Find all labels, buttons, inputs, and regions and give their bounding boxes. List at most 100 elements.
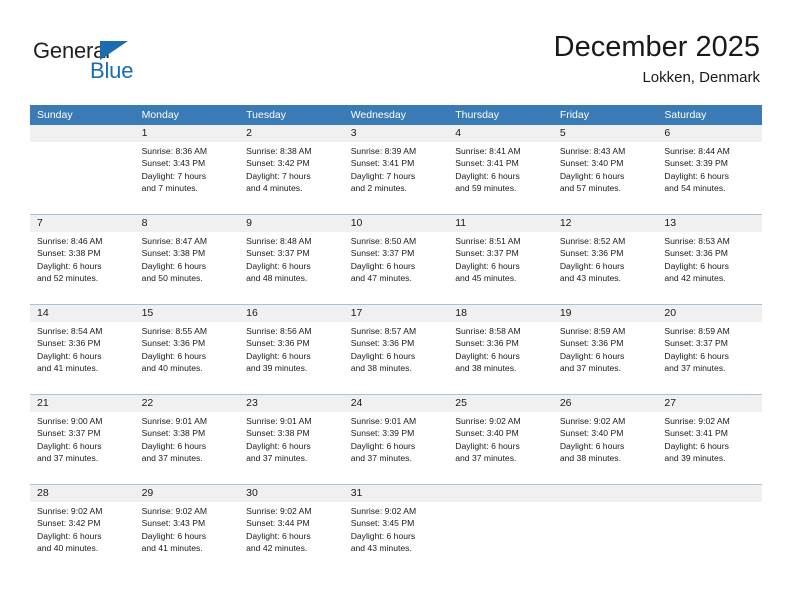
day-number: 12 <box>552 215 658 232</box>
day-details <box>30 142 135 145</box>
calendar-day-cell[interactable]: 27 Sunrise: 9:02 AM Sunset: 3:41 PM Dayligh… <box>657 395 762 484</box>
daylight-text: Daylight: 6 hours <box>246 260 311 271</box>
day-details: Sunrise: 8:55 AM Sunset: 3:36 PM Daylight:… <box>135 322 240 375</box>
day-details <box>448 502 553 505</box>
calendar-day-cell[interactable]: 14 Sunrise: 8:54 AM Sunset: 3:36 PM Dayligh… <box>30 305 135 394</box>
calendar-day-cell[interactable]: 9 Sunrise: 8:48 AM Sunset: 3:37 PM Daylight… <box>239 215 344 304</box>
sunrise-text: Sunrise: 8:56 AM <box>246 326 312 336</box>
calendar-day-cell[interactable]: 25 Sunrise: 9:02 AM Sunset: 3:40 PM Dayligh… <box>448 395 553 484</box>
calendar-day-cell[interactable]: 11 Sunrise: 8:51 AM Sunset: 3:37 PM Dayligh… <box>448 215 553 304</box>
sunrise-text: Sunrise: 8:53 AM <box>664 236 730 246</box>
day-details: Sunrise: 8:39 AM Sunset: 3:41 PM Daylight:… <box>344 142 449 195</box>
day-number: 15 <box>134 305 240 322</box>
sunset-text: Sunset: 3:41 PM <box>455 158 519 169</box>
calendar-day-cell[interactable]: 8 Sunrise: 8:47 AM Sunset: 3:38 PM Daylight… <box>134 215 240 304</box>
calendar-day-cell[interactable]: 17 Sunrise: 8:57 AM Sunset: 3:36 PM Dayligh… <box>343 305 449 394</box>
sunset-text: Sunset: 3:36 PM <box>455 338 519 349</box>
sunrise-text: Sunrise: 8:44 AM <box>664 146 730 156</box>
daylight-text: and 37 minutes. <box>246 453 308 464</box>
day-details: Sunrise: 8:53 AM Sunset: 3:36 PM Daylight:… <box>657 232 762 285</box>
daylight-text: and 39 minutes. <box>664 453 726 464</box>
day-number <box>657 485 762 502</box>
daylight-text: and 37 minutes. <box>559 363 621 374</box>
calendar-day-cell[interactable]: 23 Sunrise: 9:01 AM Sunset: 3:38 PM Dayligh… <box>239 395 344 484</box>
calendar-day-cell[interactable]: 20 Sunrise: 8:59 AM Sunset: 3:37 PM Dayligh… <box>657 305 762 394</box>
daylight-text: Daylight: 7 hours <box>350 170 416 181</box>
calendar-day-cell[interactable]: 4 Sunrise: 8:41 AM Sunset: 3:41 PM Daylight… <box>448 125 553 214</box>
general-blue-logo: General Blue <box>33 38 193 90</box>
day-number: 28 <box>30 485 135 502</box>
day-of-week-header: Sunday Monday Tuesday Wednesday Thursday Frid… <box>30 105 762 125</box>
calendar-day-cell[interactable]: 26 Sunrise: 9:02 AM Sunset: 3:40 PM Dayligh… <box>552 395 658 484</box>
sunrise-text: Sunrise: 9:01 AM <box>141 416 208 426</box>
calendar-day-cell[interactable]: 24 Sunrise: 9:01 AM Sunset: 3:39 PM Dayligh… <box>343 395 449 484</box>
daylight-text: Daylight: 6 hours <box>141 350 207 361</box>
calendar-day-cell[interactable]: 15 Sunrise: 8:55 AM Sunset: 3:36 PM Dayligh… <box>134 305 240 394</box>
calendar-day-cell[interactable]: 19 Sunrise: 8:59 AM Sunset: 3:36 PM Dayligh… <box>552 305 658 394</box>
calendar-day-cell[interactable]: 30 Sunrise: 9:02 AM Sunset: 3:44 PM Dayligh… <box>239 485 344 574</box>
daylight-text: and 54 minutes. <box>664 183 726 194</box>
sunrise-text: Sunrise: 8:46 AM <box>37 236 103 246</box>
calendar-day-cell[interactable]: 22 Sunrise: 9:01 AM Sunset: 3:38 PM Dayligh… <box>134 395 240 484</box>
sunset-text: Sunset: 3:37 PM <box>246 248 310 259</box>
daylight-text: Daylight: 7 hours <box>246 170 311 181</box>
sunrise-text: Sunrise: 8:58 AM <box>455 326 521 336</box>
sunrise-text: Sunrise: 8:38 AM <box>246 146 312 156</box>
calendar-day-cell[interactable]: 5 Sunrise: 8:43 AM Sunset: 3:40 PM Daylight… <box>552 125 658 214</box>
calendar-day-cell[interactable]: 28 Sunrise: 9:02 AM Sunset: 3:42 PM Dayligh… <box>30 485 135 574</box>
calendar-day-cell[interactable]: 2 Sunrise: 8:38 AM Sunset: 3:42 PM Daylight… <box>239 125 344 214</box>
sunrise-text: Sunrise: 8:36 AM <box>141 146 208 156</box>
calendar-day-cell[interactable]: 6 Sunrise: 8:44 AM Sunset: 3:39 PM Daylight… <box>657 125 762 214</box>
day-details: Sunrise: 8:57 AM Sunset: 3:36 PM Daylight:… <box>344 322 449 375</box>
day-details: Sunrise: 9:01 AM Sunset: 3:38 PM Daylight:… <box>135 412 240 465</box>
sunset-text: Sunset: 3:40 PM <box>455 428 519 439</box>
calendar-week-row: 28 Sunrise: 9:02 AM Sunset: 3:42 PM Dayligh… <box>30 484 762 574</box>
day-number: 26 <box>552 395 658 412</box>
day-number: 9 <box>239 215 344 232</box>
daylight-text: Daylight: 6 hours <box>246 440 311 451</box>
daylight-text: Daylight: 6 hours <box>455 440 520 451</box>
sunset-text: Sunset: 3:37 PM <box>37 428 101 439</box>
sunset-text: Sunset: 3:36 PM <box>559 338 624 349</box>
sunrise-text: Sunrise: 9:02 AM <box>141 506 208 516</box>
daylight-text: and 7 minutes. <box>141 183 198 194</box>
calendar-day-cell[interactable]: 31 Sunrise: 9:02 AM Sunset: 3:45 PM Dayligh… <box>343 485 449 574</box>
daylight-text: and 43 minutes. <box>350 543 412 554</box>
daylight-text: Daylight: 6 hours <box>37 350 102 361</box>
calendar-day-cell[interactable]: 10 Sunrise: 8:50 AM Sunset: 3:37 PM Dayligh… <box>343 215 449 304</box>
calendar-day-cell[interactable]: 29 Sunrise: 9:02 AM Sunset: 3:43 PM Dayligh… <box>134 485 240 574</box>
day-number: 5 <box>552 125 658 142</box>
calendar-day-cell[interactable]: 1 Sunrise: 8:36 AM Sunset: 3:43 PM Daylight… <box>134 125 240 214</box>
calendar-day-cell[interactable]: 12 Sunrise: 8:52 AM Sunset: 3:36 PM Dayligh… <box>552 215 658 304</box>
week-cells: 1 Sunrise: 8:36 AM Sunset: 3:43 PM Daylight… <box>30 125 762 214</box>
daylight-text: and 41 minutes. <box>141 543 203 554</box>
calendar-day-cell[interactable]: 13 Sunrise: 8:53 AM Sunset: 3:36 PM Dayligh… <box>657 215 762 304</box>
calendar-day-cell[interactable]: 3 Sunrise: 8:39 AM Sunset: 3:41 PM Daylight… <box>343 125 449 214</box>
day-of-week-label-wednesday: Wednesday <box>350 109 406 121</box>
day-details: Sunrise: 9:02 AM Sunset: 3:40 PM Daylight:… <box>553 412 658 465</box>
calendar-cell-empty <box>657 485 762 574</box>
calendar-day-cell[interactable]: 16 Sunrise: 8:56 AM Sunset: 3:36 PM Dayligh… <box>239 305 344 394</box>
day-of-week-label-tuesday: Tuesday <box>246 109 287 121</box>
daylight-text: and 41 minutes. <box>37 363 99 374</box>
calendar-day-cell[interactable]: 7 Sunrise: 8:46 AM Sunset: 3:38 PM Daylight… <box>30 215 135 304</box>
day-number: 13 <box>657 215 762 232</box>
sunset-text: Sunset: 3:40 PM <box>559 428 624 439</box>
daylight-text: Daylight: 6 hours <box>664 350 729 361</box>
day-details: Sunrise: 8:51 AM Sunset: 3:37 PM Daylight:… <box>448 232 553 285</box>
sunrise-text: Sunrise: 9:02 AM <box>559 416 626 426</box>
sunrise-text: Sunrise: 9:00 AM <box>37 416 103 426</box>
daylight-text: Daylight: 6 hours <box>37 260 102 271</box>
calendar-day-cell[interactable]: 18 Sunrise: 8:58 AM Sunset: 3:36 PM Dayligh… <box>448 305 553 394</box>
calendar-week-row: 14 Sunrise: 8:54 AM Sunset: 3:36 PM Dayligh… <box>30 304 762 394</box>
sunset-text: Sunset: 3:39 PM <box>350 428 415 439</box>
day-details: Sunrise: 9:01 AM Sunset: 3:38 PM Daylight:… <box>239 412 344 465</box>
day-details: Sunrise: 8:38 AM Sunset: 3:42 PM Daylight:… <box>239 142 344 195</box>
sunset-text: Sunset: 3:44 PM <box>246 518 310 529</box>
day-details: Sunrise: 8:59 AM Sunset: 3:36 PM Daylight:… <box>553 322 658 375</box>
sunrise-text: Sunrise: 9:01 AM <box>350 416 417 426</box>
sunset-text: Sunset: 3:43 PM <box>141 518 206 529</box>
daylight-text: and 39 minutes. <box>246 363 308 374</box>
calendar-day-cell[interactable]: 21 Sunrise: 9:00 AM Sunset: 3:37 PM Dayligh… <box>30 395 135 484</box>
sunset-text: Sunset: 3:38 PM <box>246 428 310 439</box>
